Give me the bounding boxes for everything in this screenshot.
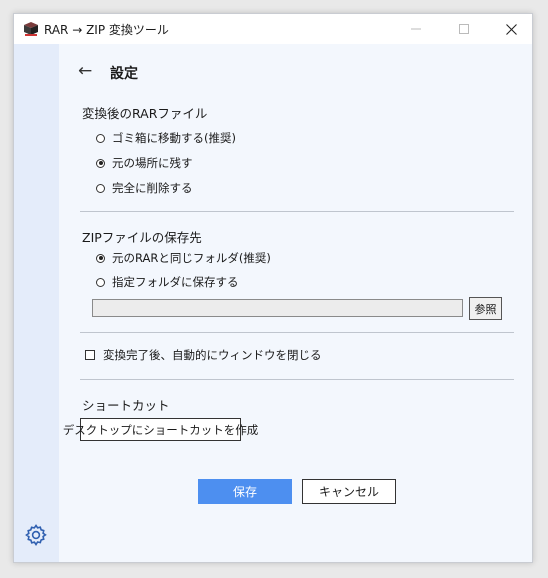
title-bar[interactable]: RAR → ZIP 変換ツール <box>14 14 532 44</box>
folder-path-input[interactable] <box>92 299 463 317</box>
radio-indicator[interactable] <box>96 253 105 263</box>
radio-delete-permanently[interactable]: 完全に削除する <box>96 180 193 196</box>
divider <box>80 211 514 212</box>
checkbox-label: 変換完了後、自動的にウィンドウを閉じる <box>103 348 322 362</box>
cancel-button[interactable]: キャンセル <box>302 479 396 504</box>
minimize-icon <box>411 28 421 30</box>
divider <box>80 332 514 333</box>
radio-label: ゴミ箱に移動する(推奨) <box>112 131 236 145</box>
radio-same-folder[interactable]: 元のRARと同じフォルダ(推奨) <box>96 250 271 266</box>
radio-indicator[interactable] <box>96 158 105 168</box>
checkbox-indicator[interactable] <box>85 350 95 360</box>
divider <box>80 379 514 380</box>
radio-label: 指定フォルダに保存する <box>112 275 239 289</box>
minimize-button[interactable] <box>393 14 439 44</box>
sidebar <box>14 44 59 562</box>
close-button[interactable] <box>488 14 534 44</box>
radio-label: 完全に削除する <box>112 181 193 195</box>
window-title: RAR → ZIP 変換ツール <box>44 23 169 37</box>
radio-indicator[interactable] <box>96 183 105 193</box>
settings-window: RAR → ZIP 変換ツール ← 設定 変換後のRARファイル ゴミ箱に移動す… <box>13 13 533 563</box>
create-shortcut-button[interactable]: デスクトップにショートカットを作成 <box>63 418 258 441</box>
maximize-button[interactable] <box>441 14 487 44</box>
radio-move-to-trash[interactable]: ゴミ箱に移動する(推奨) <box>96 130 236 146</box>
browse-button[interactable]: 参照 <box>469 297 502 320</box>
auto-close-checkbox[interactable]: 変換完了後、自動的にウィンドウを閉じる <box>85 347 322 363</box>
box-icon <box>24 22 38 36</box>
save-button[interactable]: 保存 <box>198 479 292 504</box>
radio-indicator[interactable] <box>96 133 105 143</box>
gear-icon[interactable] <box>24 523 48 547</box>
radio-label: 元のRARと同じフォルダ(推奨) <box>112 251 271 265</box>
zip-section-label: ZIPファイルの保存先 <box>82 230 202 245</box>
radio-label: 元の場所に残す <box>112 156 193 170</box>
radio-keep-original[interactable]: 元の場所に残す <box>96 155 193 171</box>
close-icon <box>505 23 517 35</box>
shortcut-section-label: ショートカット <box>82 398 170 413</box>
page-title: 設定 <box>110 66 138 82</box>
rar-section-label: 変換後のRARファイル <box>82 106 208 121</box>
maximize-icon <box>459 24 469 34</box>
radio-indicator[interactable] <box>96 277 105 287</box>
radio-custom-folder[interactable]: 指定フォルダに保存する <box>96 274 239 290</box>
back-button[interactable]: ← <box>78 61 92 81</box>
